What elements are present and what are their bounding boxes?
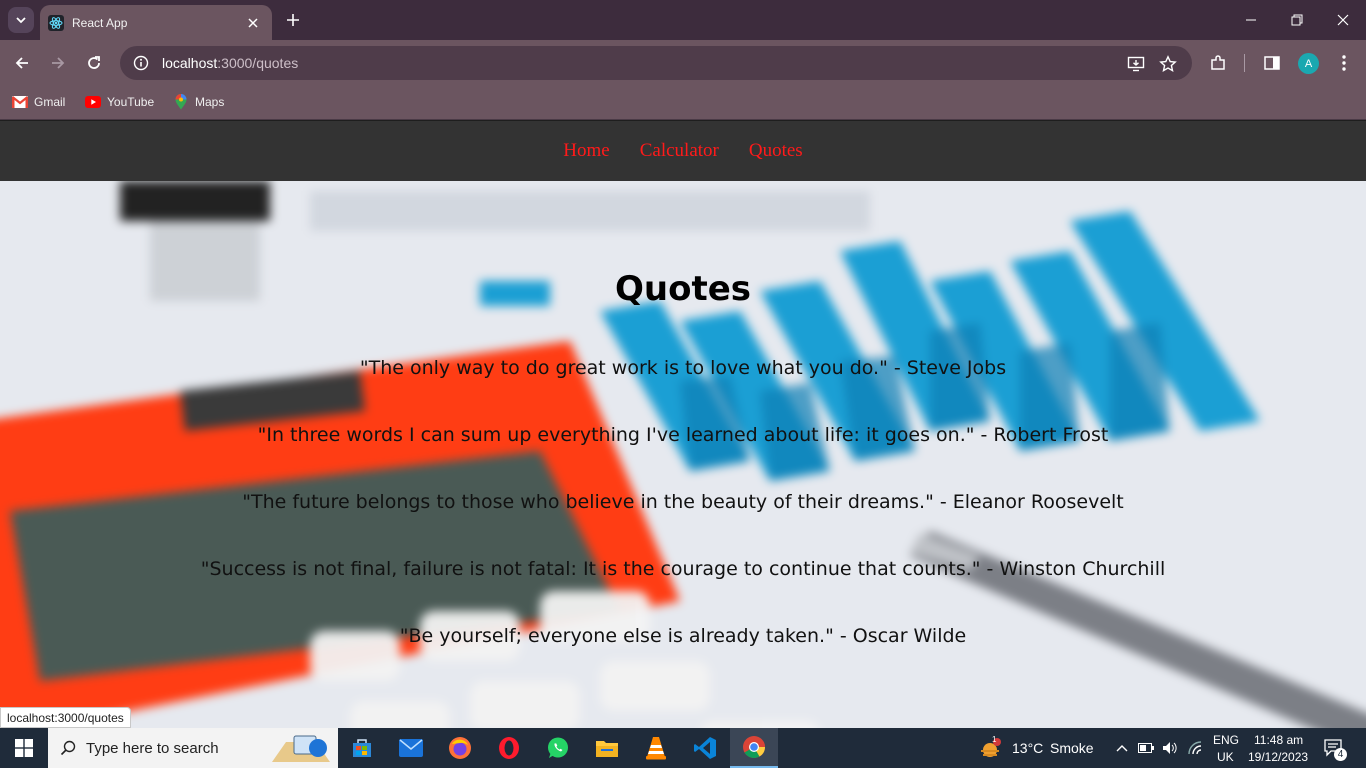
gmail-icon — [12, 94, 28, 110]
back-icon[interactable] — [8, 49, 36, 77]
chevron-down-icon — [16, 17, 26, 24]
weather-icon[interactable] — [970, 728, 1010, 768]
nav-link-quotes[interactable]: Quotes — [749, 140, 803, 162]
quote-item: "In three words I can sum up everything … — [257, 424, 1109, 446]
taskbar-search[interactable]: Type here to search — [48, 728, 338, 768]
vlc-icon[interactable] — [632, 728, 680, 768]
chrome-taskbar-icon[interactable] — [730, 728, 778, 768]
chevron-up-icon[interactable] — [1112, 728, 1132, 768]
app-navbar: Home Calculator Quotes — [0, 121, 1366, 181]
page-title: Quotes — [614, 269, 752, 309]
extensions-icon[interactable] — [1206, 51, 1230, 75]
react-icon — [48, 14, 64, 31]
install-app-icon[interactable] — [1126, 54, 1146, 74]
quotes-content: Quotes "The only way to do great work is… — [0, 181, 1366, 728]
youtube-icon — [85, 94, 101, 110]
toolbar-divider — [1244, 54, 1245, 72]
browser-tab[interactable]: React App — [40, 5, 272, 40]
battery-icon[interactable] — [1136, 728, 1156, 768]
wifi-icon[interactable] — [1186, 728, 1206, 768]
quote-item: "The only way to do great work is to lov… — [359, 357, 1007, 379]
web-page: Home Calculator Quotes Quotes "The only … — [0, 121, 1366, 728]
close-tab-icon[interactable] — [244, 14, 262, 32]
firefox-icon[interactable] — [436, 728, 484, 768]
restore-icon[interactable] — [1274, 0, 1320, 40]
reload-icon[interactable] — [80, 49, 108, 77]
notifications-icon[interactable] — [1316, 728, 1352, 768]
link-status-tooltip: localhost:3000/quotes — [0, 707, 131, 728]
tab-search-button[interactable] — [8, 7, 34, 33]
bookmark-label: YouTube — [107, 95, 155, 109]
bookmark-maps[interactable]: Maps — [173, 92, 224, 112]
search-highlight-icon — [272, 735, 330, 762]
microsoft-store-icon[interactable] — [338, 728, 386, 768]
url-host: localhost — [162, 55, 218, 71]
whatsapp-icon[interactable] — [534, 728, 582, 768]
maps-pin-icon — [173, 94, 189, 110]
quote-item: "Success is not final, failure is not fa… — [200, 558, 1166, 580]
browser-menu-icon[interactable] — [1332, 51, 1356, 75]
language-region[interactable]: UK — [1217, 750, 1234, 764]
nav-link-calculator[interactable]: Calculator — [640, 140, 719, 162]
search-placeholder: Type here to search — [86, 739, 219, 757]
site-info-icon[interactable] — [132, 54, 150, 72]
tab-title: React App — [72, 15, 128, 30]
search-icon — [60, 740, 76, 756]
language-code[interactable]: ENG — [1213, 733, 1239, 747]
nav-link-home[interactable]: Home — [563, 140, 609, 162]
minimize-icon[interactable] — [1228, 0, 1274, 40]
vscode-icon[interactable] — [681, 728, 729, 768]
bookmark-label: Gmail — [34, 95, 66, 109]
weather-temp[interactable]: 13°C — [1012, 740, 1043, 756]
tab-strip: React App — [0, 0, 1366, 40]
bookmarks-bar: Gmail YouTube Maps — [0, 86, 1366, 120]
file-explorer-icon[interactable] — [583, 728, 631, 768]
forward-icon[interactable] — [44, 49, 72, 77]
bookmark-youtube[interactable]: YouTube — [85, 92, 154, 112]
weather-badge: 1 — [992, 735, 997, 744]
weather-description[interactable]: Smoke — [1050, 740, 1094, 756]
quote-item: "Be yourself; everyone else is already t… — [399, 625, 967, 647]
profile-avatar[interactable]: A — [1298, 53, 1319, 74]
clock-date[interactable]: 19/12/2023 — [1248, 750, 1308, 764]
notification-count-badge: 4 — [1334, 748, 1347, 761]
volume-icon[interactable] — [1160, 728, 1180, 768]
mail-icon[interactable] — [387, 728, 435, 768]
clock-time[interactable]: 11:48 am — [1254, 733, 1303, 747]
browser-toolbar: localhost:3000/quotes — [0, 40, 1366, 86]
quotes-section: Quotes "The only way to do great work is… — [0, 181, 1366, 728]
taskbar: Type here to search 1 13°C Smoke ENG UK … — [0, 728, 1366, 768]
address-bar[interactable]: localhost:3000/quotes — [120, 46, 1192, 80]
new-tab-icon[interactable] — [281, 8, 305, 32]
close-window-icon[interactable] — [1320, 0, 1366, 40]
opera-icon[interactable] — [485, 728, 533, 768]
quote-item: "The future belongs to those who believe… — [242, 491, 1124, 513]
side-panel-icon[interactable] — [1260, 51, 1284, 75]
bookmark-gmail[interactable]: Gmail — [12, 92, 65, 112]
windows-start-icon[interactable] — [0, 728, 48, 768]
url-path: :3000/quotes — [217, 55, 299, 71]
bookmark-label: Maps — [195, 95, 225, 109]
bookmark-star-icon[interactable] — [1158, 54, 1178, 74]
